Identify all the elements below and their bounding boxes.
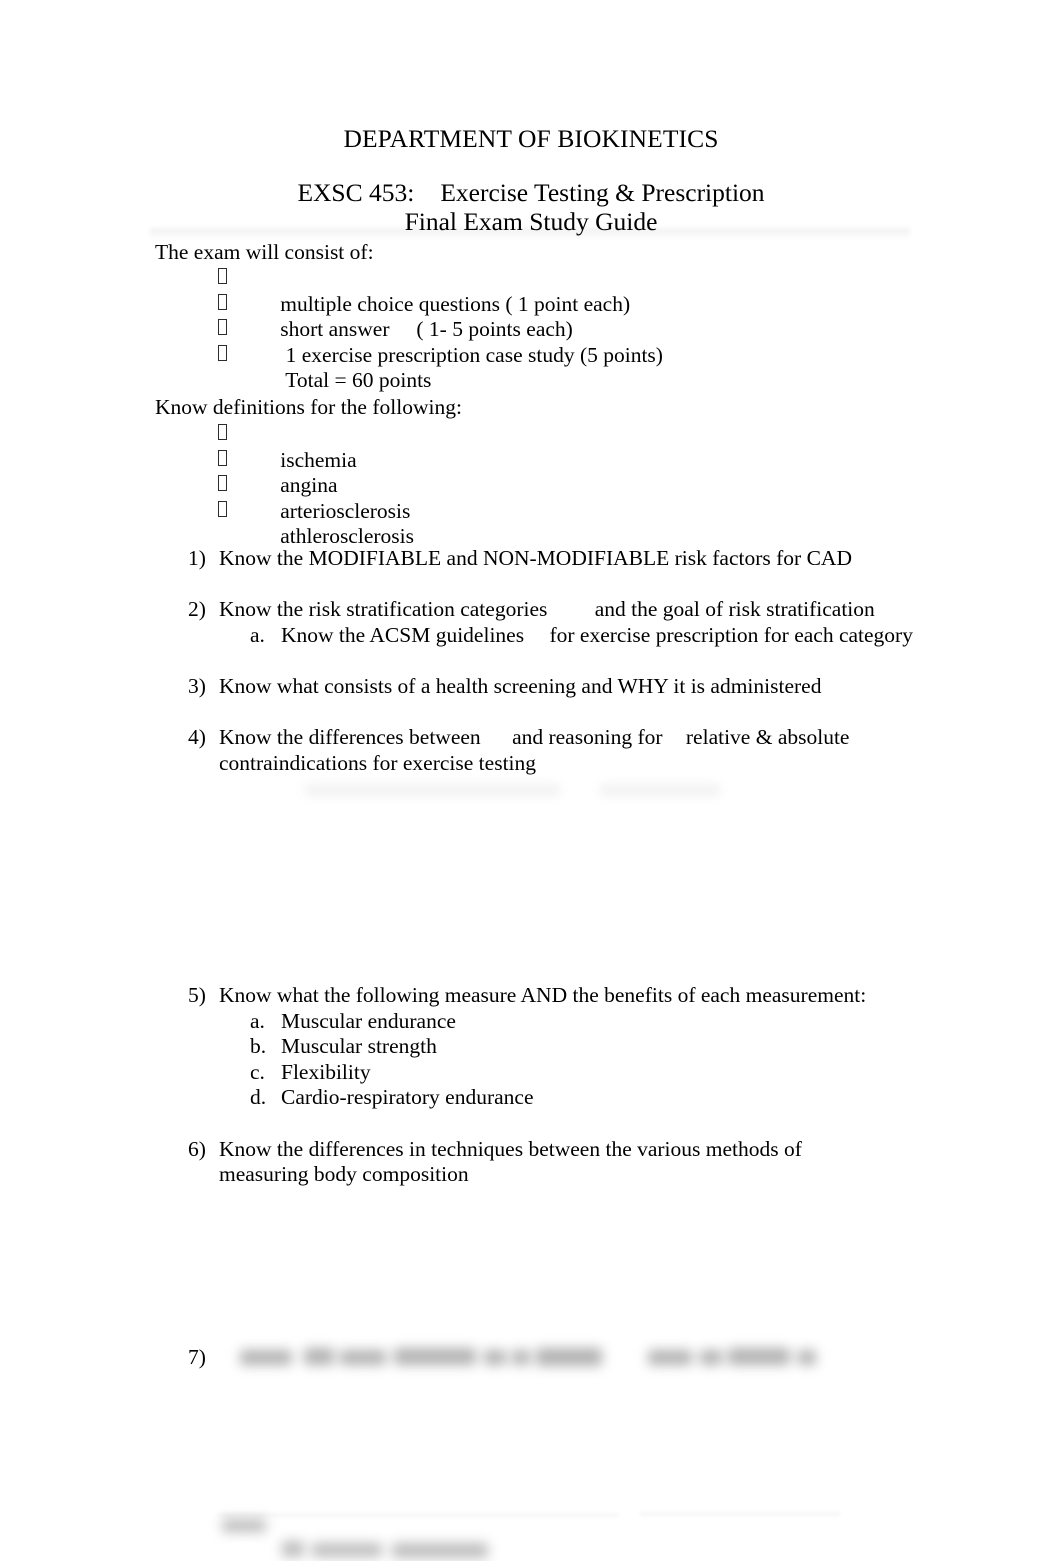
list-item: ischemia <box>155 422 955 472</box>
study-subitem-5d: d. Cardio-respiratory endurance <box>250 1085 975 1111</box>
bullet-missing-glyph-icon <box>218 449 227 466</box>
exam-composition-list: multiple choice questions ( 1 point each… <box>155 266 955 392</box>
study-subitem-2a: a. Know the ACSM guidelines for exercise… <box>250 623 955 649</box>
study-subitem-text: Muscular strength <box>281 1034 437 1059</box>
page-bottom-artifacts <box>0 1505 1062 1561</box>
study-item-5: 5) Know what the following measure AND t… <box>155 983 975 1111</box>
study-item-text: Know the differences in techniques betwe… <box>219 1136 802 1187</box>
list-item: multiple choice questions ( 1 point each… <box>155 266 955 316</box>
list-marker: b. <box>250 1034 267 1059</box>
exam-section-lead: The exam will consist of: <box>155 240 374 264</box>
list-marker: a. <box>250 622 265 647</box>
study-subitem-text: Cardio-respiratory endurance <box>281 1085 534 1110</box>
course-name: Exercise Testing & Prescription <box>440 178 765 207</box>
study-subitem-5a: a. Muscular endurance <box>250 1009 975 1035</box>
list-item-label: Total = 60 points <box>280 368 432 393</box>
list-item-label: athlerosclerosis <box>280 524 414 549</box>
study-item-text-part2: and reasoning for <box>512 725 663 750</box>
document-subtitle: Final Exam Study Guide <box>404 207 658 236</box>
page-title: DEPARTMENT OF BIOKINETICS <box>343 124 719 153</box>
study-item-text-part2: and the goal of risk stratification <box>594 597 875 622</box>
list-marker: 4) <box>188 725 206 750</box>
study-subitem-text: Muscular endurance <box>281 1008 456 1033</box>
blurred-illegible-text <box>218 1346 850 1370</box>
bullet-missing-glyph-icon <box>218 293 227 310</box>
study-subitem-text-part1: Know the ACSM guidelines <box>281 622 525 647</box>
list-item: arteriosclerosis <box>155 473 955 523</box>
study-item-6: 6) Know the differences in techniques be… <box>155 1137 819 1188</box>
list-marker: 1) <box>188 546 206 570</box>
study-subitem-text-part2: for exercise prescription for each categ… <box>549 622 913 647</box>
study-subitem-text: Flexibility <box>281 1059 371 1084</box>
list-marker: 6) <box>188 1136 206 1161</box>
study-item-4: 4) Know the differences between and reas… <box>155 725 955 776</box>
bullet-missing-glyph-icon <box>218 344 227 361</box>
list-marker: 5) <box>188 983 206 1007</box>
list-marker: 3) <box>188 673 206 698</box>
list-marker: a. <box>250 1008 265 1033</box>
list-marker: d. <box>250 1085 267 1110</box>
study-item-text: Know what consists of a health screening… <box>219 673 822 698</box>
list-item: angina <box>155 448 955 497</box>
study-subitem-5b: b. Muscular strength <box>250 1034 975 1060</box>
study-item-3: 3) Know what consists of a health screen… <box>155 674 955 700</box>
scan-smudge <box>600 784 720 796</box>
study-item-2-sublist: a. Know the ACSM guidelines for exercise… <box>219 623 955 649</box>
list-marker: 7) <box>188 1345 206 1369</box>
study-items-list-part1: 1) Know the MODIFIABLE and NON-MODIFIABL… <box>155 546 955 776</box>
study-item-2: 2) Know the risk stratification categori… <box>155 597 955 648</box>
study-subitem-5c: c. Flexibility <box>250 1060 975 1086</box>
list-item: Total = 60 points <box>155 343 955 392</box>
course-code: EXSC 453: <box>297 178 415 207</box>
study-items-list-part2: 5) Know what the following measure AND t… <box>155 983 975 1188</box>
bullet-missing-glyph-icon <box>218 500 227 517</box>
study-item-text-part1: Know the risk stratification categories <box>219 597 548 622</box>
study-item-5-sublist: a. Muscular endurance b. Muscular streng… <box>219 1009 975 1111</box>
definitions-section-lead: Know definitions for the following: <box>155 395 462 419</box>
list-marker: 2) <box>188 597 206 622</box>
list-item: short answer ( 1- 5 points each) <box>155 292 955 341</box>
bullet-missing-glyph-icon <box>218 268 227 284</box>
list-marker: c. <box>250 1059 265 1084</box>
bullet-missing-glyph-icon <box>218 319 227 336</box>
list-item: athlerosclerosis <box>155 499 955 548</box>
course-heading: EXSC 453: Exercise Testing & Prescription <box>0 178 1062 208</box>
study-item-text: Know the MODIFIABLE and NON-MODIFIABLE r… <box>219 546 852 570</box>
study-item-text-part1: Know the differences between <box>219 725 481 750</box>
definitions-list: ischemia angina arteriosclerosis athlero… <box>155 422 955 548</box>
study-item-text: Know what the following measure AND the … <box>219 983 867 1007</box>
document-page: DEPARTMENT OF BIOKINETICS EXSC 453: Exerc… <box>0 0 1062 1561</box>
list-item: 1 exercise prescription case study (5 po… <box>155 317 955 367</box>
bullet-missing-glyph-icon <box>218 475 227 492</box>
bullet-missing-glyph-icon <box>218 424 227 440</box>
study-item-1: 1) Know the MODIFIABLE and NON-MODIFIABL… <box>155 546 955 572</box>
scan-smudge <box>305 784 560 796</box>
